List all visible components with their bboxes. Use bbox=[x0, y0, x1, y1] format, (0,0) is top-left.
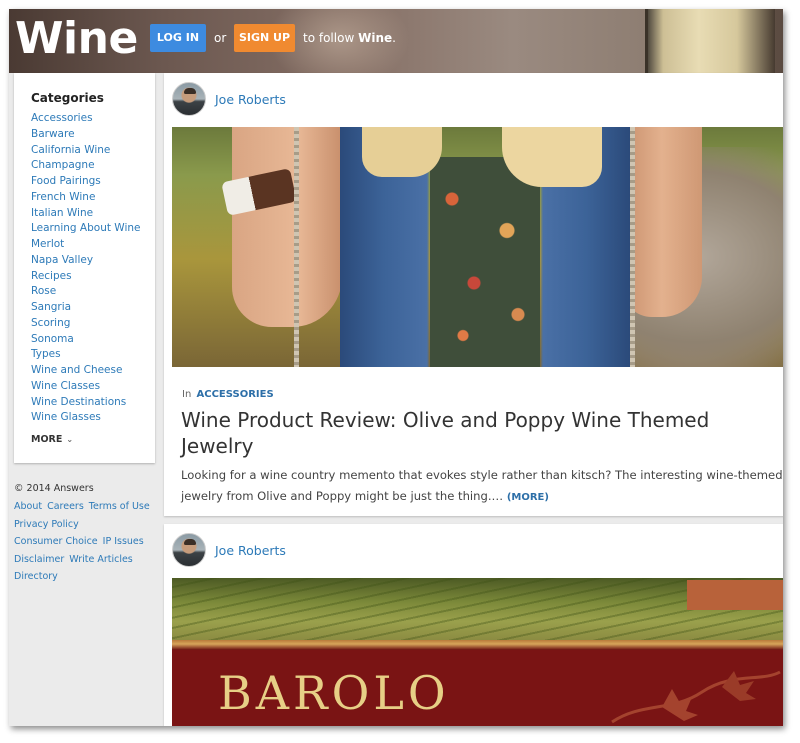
login-button[interactable]: LOG IN bbox=[150, 24, 206, 52]
sidebar-footer: © 2014 Answers About Careers Terms of Use … bbox=[14, 483, 159, 586]
category-link[interactable]: Wine Destinations bbox=[31, 395, 141, 411]
image-band bbox=[172, 640, 783, 650]
category-link[interactable]: Scoring bbox=[31, 316, 141, 332]
category-link[interactable]: Barware bbox=[31, 127, 141, 143]
signup-button[interactable]: SIGN UP bbox=[234, 24, 295, 52]
category-link[interactable]: Wine and Cheese bbox=[31, 363, 141, 379]
image-detail bbox=[430, 157, 540, 367]
category-link[interactable]: Sangria bbox=[31, 300, 141, 316]
follow-suffix: . bbox=[392, 31, 396, 45]
category-link[interactable]: Italian Wine bbox=[31, 206, 141, 222]
post-image[interactable]: BAROLO bbox=[172, 578, 783, 726]
header-wine-glass-image bbox=[645, 9, 775, 73]
image-detail bbox=[502, 127, 602, 187]
footer-link-terms[interactable]: Terms of Use bbox=[89, 501, 150, 512]
category-link[interactable]: Recipes bbox=[31, 269, 141, 285]
author-name[interactable]: Joe Roberts bbox=[215, 543, 286, 558]
footer-link-consumer-choice[interactable]: Consumer Choice bbox=[14, 536, 98, 547]
post-image[interactable] bbox=[172, 127, 783, 367]
category-link[interactable]: Types bbox=[31, 347, 141, 363]
more-label: MORE bbox=[31, 434, 63, 445]
category-link[interactable]: Rose bbox=[31, 284, 141, 300]
footer-link-about[interactable]: About bbox=[14, 501, 42, 512]
chevron-down-icon: ⌄ bbox=[66, 435, 74, 444]
follow-target: Wine bbox=[358, 31, 393, 45]
site-title[interactable]: Wine bbox=[15, 13, 138, 64]
category-link[interactable]: French Wine bbox=[31, 190, 141, 206]
post-author[interactable]: Joe Roberts bbox=[172, 82, 286, 116]
footer-link-disclaimer[interactable]: Disclaimer bbox=[14, 554, 64, 565]
footer-link-privacy[interactable]: Privacy Policy bbox=[14, 519, 79, 530]
post-card: Joe Roberts In ACCESSORIES Wine Product … bbox=[164, 73, 783, 516]
excerpt-text: Looking for a wine country memento that … bbox=[181, 468, 783, 503]
follow-text: to follow Wine. bbox=[303, 31, 396, 45]
avatar[interactable] bbox=[172, 533, 206, 567]
categories-card: Categories Accessories Barware Californi… bbox=[14, 73, 155, 463]
post-excerpt: Looking for a wine country memento that … bbox=[181, 465, 783, 508]
categories-list: Accessories Barware California Wine Cham… bbox=[31, 111, 141, 426]
follow-prefix: to follow bbox=[303, 31, 355, 45]
category-link[interactable]: Merlot bbox=[31, 237, 141, 253]
author-name[interactable]: Joe Roberts bbox=[215, 92, 286, 107]
post-card: Joe Roberts BAROLO bbox=[164, 524, 783, 726]
or-text: or bbox=[214, 31, 227, 45]
category-link[interactable]: California Wine bbox=[31, 143, 141, 159]
categories-title: Categories bbox=[31, 91, 104, 105]
post-title[interactable]: Wine Product Review: Olive and Poppy Win… bbox=[181, 407, 761, 459]
category-link[interactable]: Accessories bbox=[31, 111, 141, 127]
post-category-line: In ACCESSORIES bbox=[182, 389, 274, 400]
image-detail bbox=[294, 127, 299, 367]
category-link[interactable]: Napa Valley bbox=[31, 253, 141, 269]
site-header: Wine LOG IN or SIGN UP to follow Wine. bbox=[9, 9, 783, 73]
category-prefix: In bbox=[182, 389, 192, 400]
image-house bbox=[687, 580, 783, 610]
category-link[interactable]: Sonoma bbox=[31, 332, 141, 348]
footer-link-directory[interactable]: Directory bbox=[14, 571, 58, 582]
post-author[interactable]: Joe Roberts bbox=[172, 533, 286, 567]
avatar[interactable] bbox=[172, 82, 206, 116]
page-frame: Wine LOG IN or SIGN UP to follow Wine. C… bbox=[9, 9, 783, 726]
read-more-link[interactable]: (MORE) bbox=[507, 492, 549, 503]
more-categories-button[interactable]: MORE ⌄ bbox=[31, 434, 73, 445]
image-detail bbox=[630, 127, 635, 367]
category-link[interactable]: Wine Classes bbox=[31, 379, 141, 395]
category-link[interactable]: Learning About Wine bbox=[31, 221, 141, 237]
footer-link-careers[interactable]: Careers bbox=[47, 501, 84, 512]
image-detail bbox=[362, 127, 442, 177]
barolo-label-text: BAROLO bbox=[218, 666, 450, 720]
post-category-link[interactable]: ACCESSORIES bbox=[196, 389, 273, 400]
footer-link-write-articles[interactable]: Write Articles bbox=[69, 554, 133, 565]
category-link[interactable]: Food Pairings bbox=[31, 174, 141, 190]
footer-link-ip-issues[interactable]: IP Issues bbox=[103, 536, 144, 547]
copyright-text: © 2014 Answers bbox=[14, 483, 94, 494]
image-detail bbox=[232, 127, 342, 327]
vine-decoration-icon bbox=[611, 670, 781, 724]
footer-links: About Careers Terms of Use Privacy Policy … bbox=[14, 498, 159, 586]
category-link[interactable]: Wine Glasses bbox=[31, 410, 141, 426]
category-link[interactable]: Champagne bbox=[31, 158, 141, 174]
